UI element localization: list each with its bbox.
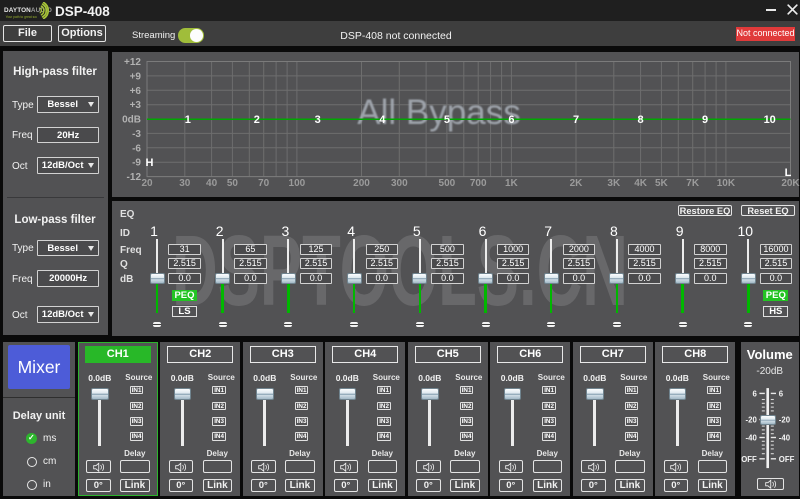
svg-text:+6: +6 (130, 86, 142, 97)
svg-text:100: 100 (289, 178, 306, 189)
svg-text:7K: 7K (686, 178, 700, 189)
svg-text:H: H (146, 157, 154, 169)
svg-text:5K: 5K (655, 178, 669, 189)
svg-text:50: 50 (227, 178, 239, 189)
svg-text:30: 30 (179, 178, 191, 189)
svg-text:70: 70 (258, 178, 270, 189)
svg-text:+12: +12 (124, 57, 141, 68)
svg-text:10: 10 (764, 114, 776, 126)
svg-text:+3: +3 (130, 100, 142, 111)
svg-text:0dB: 0dB (122, 115, 141, 126)
svg-text:4K: 4K (634, 178, 648, 189)
svg-text:3K: 3K (607, 178, 621, 189)
svg-text:10K: 10K (717, 178, 736, 189)
svg-text:9: 9 (702, 114, 708, 126)
svg-text:8: 8 (638, 114, 644, 126)
svg-text:40: 40 (206, 178, 218, 189)
svg-text:300: 300 (391, 178, 408, 189)
svg-text:5: 5 (444, 114, 450, 126)
svg-text:-9: -9 (132, 158, 141, 169)
svg-text:20K: 20K (781, 178, 800, 189)
svg-text:+9: +9 (130, 71, 142, 82)
svg-text:All Bypass: All Bypass (357, 93, 520, 132)
svg-text:4: 4 (379, 114, 386, 126)
svg-text:3: 3 (315, 114, 321, 126)
svg-text:-12: -12 (127, 172, 142, 183)
svg-text:-6: -6 (132, 143, 141, 154)
svg-text:1: 1 (185, 114, 191, 126)
svg-text:1K: 1K (505, 178, 519, 189)
svg-text:20: 20 (141, 178, 153, 189)
svg-text:500: 500 (439, 178, 456, 189)
svg-text:-3: -3 (132, 129, 141, 140)
svg-text:6: 6 (508, 114, 514, 126)
svg-text:200: 200 (353, 178, 370, 189)
svg-text:2K: 2K (570, 178, 584, 189)
svg-text:7: 7 (573, 114, 579, 126)
svg-text:2: 2 (254, 114, 260, 126)
svg-text:700: 700 (470, 178, 487, 189)
